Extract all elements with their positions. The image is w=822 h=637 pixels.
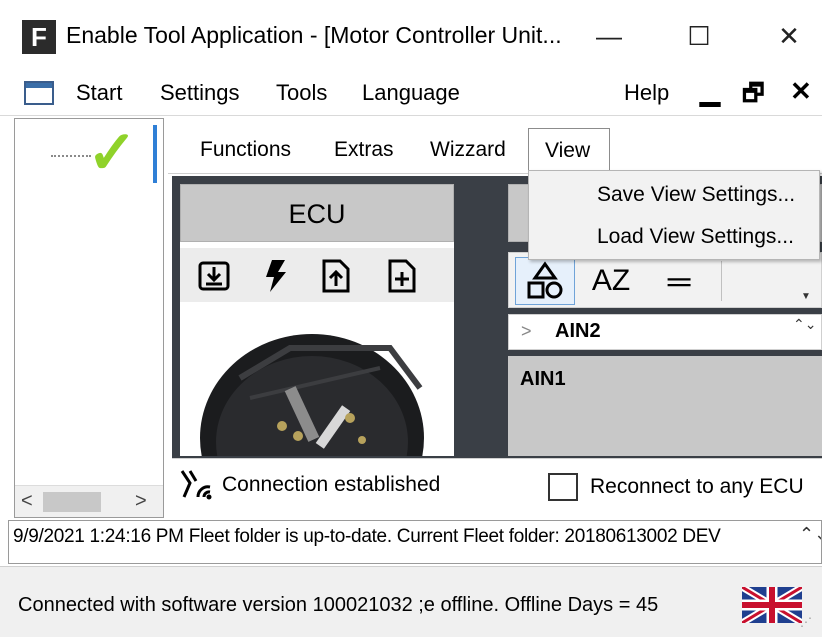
- menu-settings[interactable]: Settings: [160, 80, 240, 106]
- scroll-thumb[interactable]: [43, 492, 101, 512]
- resize-grip-icon[interactable]: ⋰: [800, 615, 812, 629]
- ecu-header: ECU: [180, 184, 454, 242]
- property-label-ain2: AIN2: [555, 320, 601, 342]
- app-logo-icon: F: [22, 20, 56, 54]
- properties-toolbar: AZ ═ ▼: [508, 252, 822, 308]
- mdi-minimize-button[interactable]: ▁: [700, 76, 720, 107]
- mdi-restore-button[interactable]: 🗗: [742, 76, 765, 117]
- view-dropdown-menu: Save View Settings... Load View Settings…: [528, 170, 820, 260]
- connection-signal-icon: [178, 467, 214, 501]
- menu-tools[interactable]: Tools: [276, 80, 327, 106]
- property-row-ain2[interactable]: > AIN2 ⌃⌄: [508, 314, 822, 350]
- menu-help[interactable]: Help: [624, 80, 669, 106]
- spin-arrows-icon[interactable]: ⌃⌄: [793, 317, 816, 332]
- upload-document-icon[interactable]: [316, 256, 356, 296]
- categorized-icon: [527, 261, 563, 299]
- scroll-left-arrow-icon[interactable]: <: [21, 490, 33, 513]
- log-scroll-arrows-icon[interactable]: ⌃⌄: [799, 525, 821, 543]
- sort-alphabetical-button[interactable]: AZ: [581, 257, 641, 305]
- sort-by-category-button[interactable]: [515, 257, 575, 305]
- tab-functions[interactable]: Functions: [200, 138, 291, 162]
- tab-view-label: View: [545, 139, 591, 162]
- tab-wizzard[interactable]: Wizzard: [430, 138, 506, 162]
- log-text: 9/9/2021 1:24:16 PM Fleet folder is up-t…: [13, 526, 721, 547]
- expand-chevron-icon[interactable]: >: [521, 321, 532, 342]
- ecu-toolbar: [180, 248, 454, 302]
- tree-connector: [51, 155, 91, 157]
- maximize-button[interactable]: ☐: [674, 14, 724, 58]
- tab-extras[interactable]: Extras: [334, 138, 394, 162]
- download-icon[interactable]: [194, 256, 234, 296]
- tab-strip: Functions Extras Wizzard View: [168, 126, 822, 176]
- mdi-close-button[interactable]: ✕: [790, 76, 812, 107]
- connection-status-row: Connection established Reconnect to any …: [172, 458, 822, 514]
- add-document-icon[interactable]: [382, 256, 422, 296]
- tab-view[interactable]: View: [528, 128, 610, 176]
- device-tree[interactable]: ✓ < >: [14, 118, 164, 518]
- tree-selection-bar: [153, 125, 157, 183]
- list-view-button[interactable]: ═: [649, 257, 709, 305]
- uk-flag-icon[interactable]: [740, 583, 804, 627]
- ecu-panel: ECU: [180, 184, 454, 456]
- menu-language[interactable]: Language: [362, 80, 460, 106]
- reconnect-checkbox[interactable]: [548, 473, 578, 501]
- close-button[interactable]: ✕: [764, 14, 814, 58]
- log-output[interactable]: 9/9/2021 1:24:16 PM Fleet folder is up-t…: [8, 520, 822, 564]
- ecu-device-image: [180, 308, 454, 456]
- menu-item-load-view-settings[interactable]: Load View Settings...: [597, 225, 794, 249]
- menu-item-save-view-settings[interactable]: Save View Settings...: [597, 183, 795, 207]
- minimize-button[interactable]: —: [584, 14, 634, 58]
- horizontal-scrollbar[interactable]: < >: [15, 485, 163, 517]
- document-window-icon[interactable]: [24, 81, 54, 105]
- scroll-right-arrow-icon[interactable]: >: [135, 490, 147, 513]
- menu-bar: Start Settings Tools Language Help ▁ 🗗 ✕: [0, 70, 822, 116]
- reconnect-label[interactable]: Reconnect to any ECU: [590, 475, 804, 499]
- toolbar-overflow-icon[interactable]: ▼: [801, 291, 811, 302]
- property-label-ain1: AIN1: [520, 368, 566, 390]
- property-description-box: AIN1: [508, 356, 822, 456]
- checkmark-icon[interactable]: ✓: [87, 123, 137, 183]
- connection-status-text: Connection established: [222, 473, 441, 496]
- status-bar: Connected with software version 10002103…: [0, 566, 822, 637]
- flash-icon[interactable]: [256, 256, 296, 296]
- toolbar-separator: [721, 261, 722, 301]
- menu-start[interactable]: Start: [76, 80, 122, 106]
- title-bar: F Enable Tool Application - [Motor Contr…: [0, 0, 822, 70]
- window-title: Enable Tool Application - [Motor Control…: [66, 22, 562, 48]
- status-bar-text: Connected with software version 10002103…: [18, 594, 659, 616]
